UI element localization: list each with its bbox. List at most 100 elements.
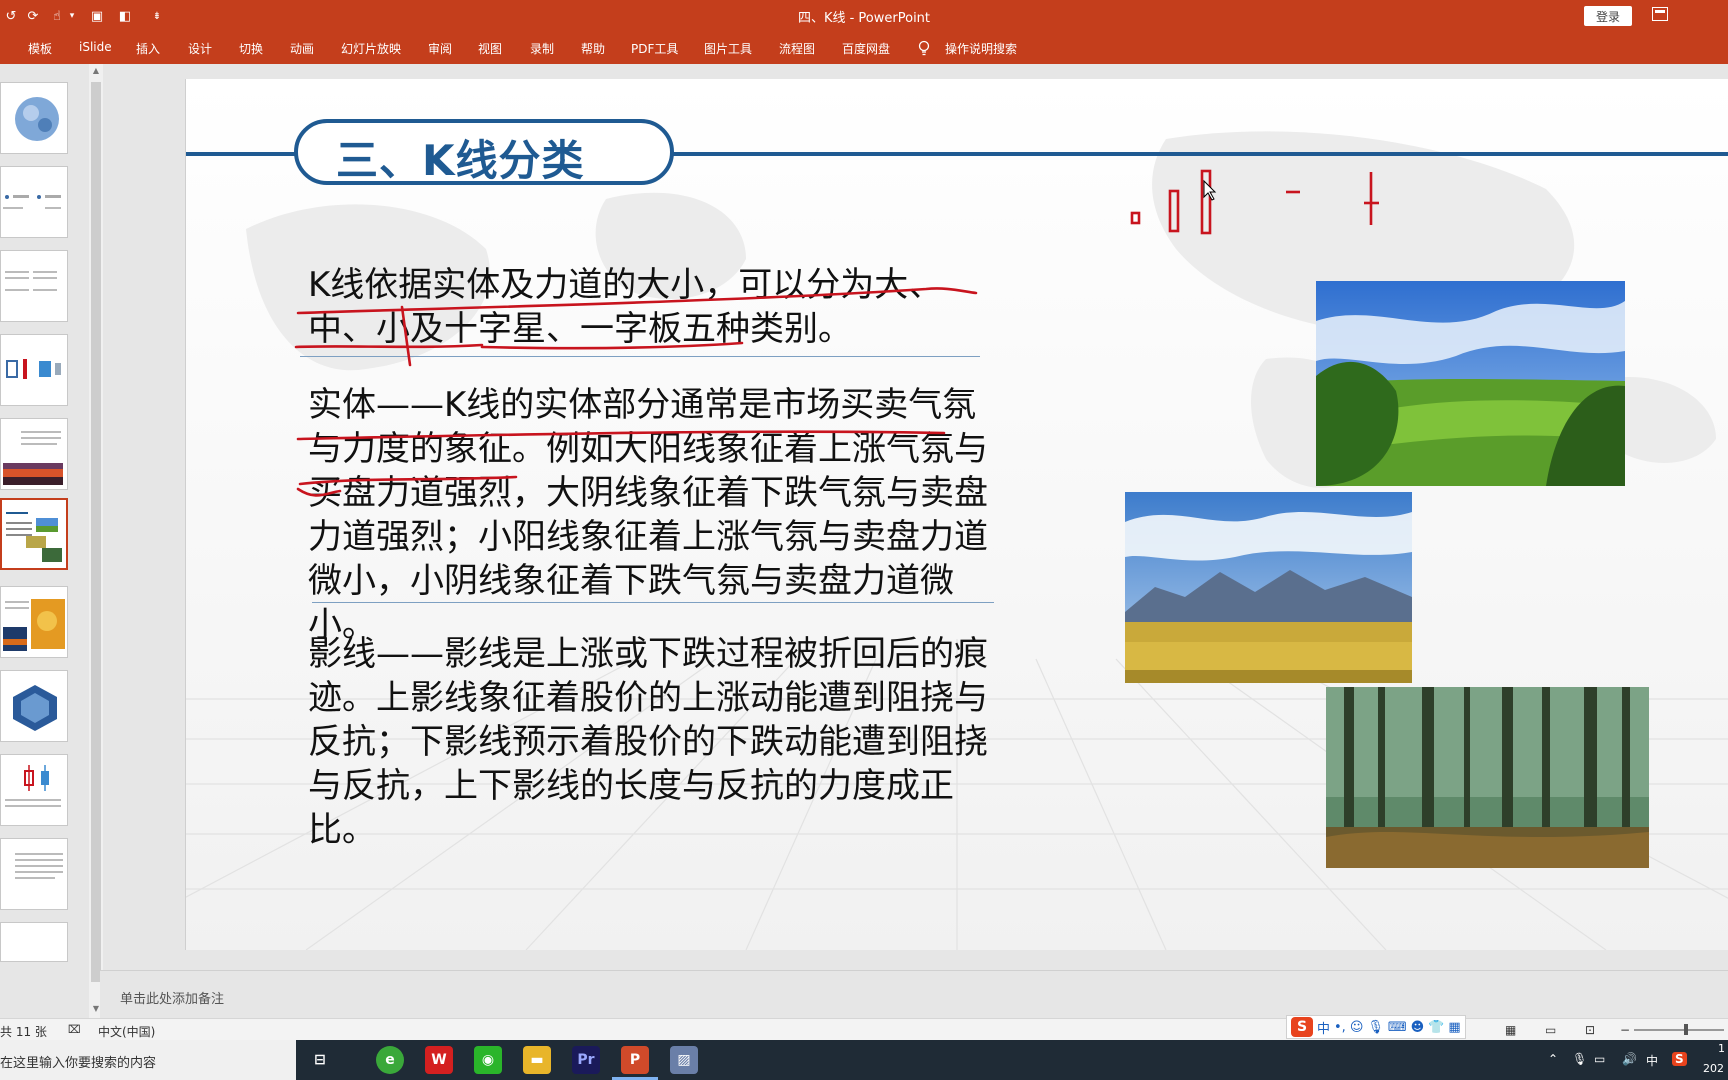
paragraph-body[interactable]: 实体——K线的实体部分通常是市场买卖气氛与力度的象征。例如大阳线象征着上涨气氛与… [308,383,1008,647]
powerpoint-icon[interactable]: P [621,1046,649,1074]
tell-me-search[interactable]: 操作说明搜索 [945,40,1017,57]
tray-sogou-icon[interactable]: S [1672,1052,1687,1066]
wps-icon[interactable]: W [425,1046,453,1074]
forest-photo[interactable] [1326,687,1649,868]
ribbon-display-options-icon[interactable] [1652,7,1668,21]
tray-volume-icon[interactable]: 🔊 [1622,1052,1637,1066]
tab-animations[interactable]: 动画 [290,40,314,57]
tab-slideshow[interactable]: 幻灯片放映 [341,40,401,57]
slide-thumbnail[interactable] [0,754,68,826]
slide-thumbnails-pane: ▲ ▼ [0,64,103,1018]
zoom-slider[interactable] [1634,1029,1724,1031]
reading-view-icon[interactable]: ▭ [1545,1023,1556,1037]
notes-placeholder[interactable]: 单击此处添加备注 [120,988,224,1007]
clock-time[interactable]: 1 [1718,1042,1725,1055]
tab-transitions[interactable]: 切换 [239,40,263,57]
slide-thumbnail[interactable] [0,166,68,238]
ribbon-tabs: 模板 iSlide 插入 设计 切换 动画 幻灯片放映 审阅 视图 录制 帮助 … [0,32,1728,64]
thumbnail-graphic [3,195,61,209]
sogou-logo-icon[interactable]: S [1291,1017,1313,1037]
grassland-image [1125,492,1412,683]
browser-360-icon[interactable]: e [376,1046,404,1074]
task-view-icon[interactable]: ⊟ [306,1046,334,1074]
tab-design[interactable]: 设计 [188,40,212,57]
tab-view[interactable]: 视图 [478,40,502,57]
status-bar: 共 11 张 ⌧ 中文(中国) ▦ ▭ ⊡ − [0,1018,1728,1040]
tab-islide[interactable]: iSlide [79,40,112,54]
windows-taskbar: 在这里输入你要搜索的内容 ⊟ e W ◉ ▬ Pr P ▨ ⌃ 🎙 ▭ 🔊 中 … [0,1040,1728,1080]
slide-count: 共 11 张 [0,1025,47,1039]
user-icon[interactable]: ☻ [1411,1020,1425,1035]
scroll-up-icon[interactable]: ▲ [91,66,101,76]
slide-title[interactable]: 三、K线分类 [336,127,585,188]
thumbnail-graphic [15,853,63,879]
thumbnail-graphic [3,431,63,485]
ime-mode[interactable]: 中 [1317,1018,1330,1037]
thumbnail-graphic [6,512,62,562]
thumbnail-graphic [6,359,61,379]
slide-thumbnail[interactable] [0,250,68,322]
tab-baidu-netdisk[interactable]: 百度网盘 [842,40,890,57]
separator-line [300,356,980,357]
zoom-out-icon[interactable]: − [1620,1023,1630,1037]
meadow-photo[interactable] [1316,281,1625,486]
skin-icon[interactable]: 👕 [1428,1020,1444,1035]
document-title: 四、K线 - PowerPoint [797,11,931,26]
slideshow-view-icon[interactable]: ⊡ [1585,1023,1595,1037]
slide-thumbnail[interactable] [0,586,68,658]
title-bar: ↺ ⟳ ☝ ▾ ▣ ◧ ⇟ 四、K线 - PowerPoint 登录 [0,0,1728,32]
thumbnail-graphic [3,599,65,651]
slide-thumbnail[interactable] [0,418,68,490]
slide-thumbnail-current[interactable] [0,498,68,570]
mountain-grassland-photo[interactable] [1125,492,1412,683]
slide-thumbnail[interactable] [0,82,68,154]
paragraph-shadow[interactable]: 影线——影线是上涨或下跌过程被折回后的痕迹。上影线象征着股价的上涨动能遭到阻挠与… [308,632,998,852]
tab-flowchart[interactable]: 流程图 [779,40,815,57]
premiere-icon[interactable]: Pr [572,1046,600,1074]
slide-thumbnail[interactable] [0,670,68,742]
slide-thumbnail[interactable] [0,334,68,406]
photos-icon[interactable]: ▨ [670,1046,698,1074]
language-indicator[interactable]: 中文(中国) [98,1023,155,1040]
microphone-icon[interactable]: 🎙 [1367,1020,1384,1035]
slide-canvas[interactable]: 三、K线分类 K线依据实体及力道的大小，可以分为大、中、小及十字星、一字板五种类… [185,79,1728,950]
toolbox-icon[interactable]: ▦ [1448,1020,1460,1035]
ime-toolbar[interactable]: S 中 •, ☺ 🎙 ⌨ ☻ 👕 ▦ [1286,1015,1466,1039]
tab-review[interactable]: 审阅 [428,40,452,57]
emoji-icon[interactable]: ☺ [1350,1020,1364,1035]
tab-picture-tools[interactable]: 图片工具 [704,40,752,57]
taskbar-search[interactable]: 在这里输入你要搜索的内容 [0,1040,296,1080]
thumbnail-graphic [15,97,59,141]
tab-pdf-tools[interactable]: PDF工具 [631,40,678,57]
thumbnail-graphic [13,685,57,731]
normal-view-icon[interactable]: ▦ [1505,1023,1516,1037]
punctuation-icon[interactable]: •, [1334,1020,1346,1035]
thumbnail-graphic [5,765,61,807]
tab-template[interactable]: 模板 [28,40,52,57]
file-explorer-icon[interactable]: ▬ [523,1046,551,1074]
thumbnail-graphic [5,271,57,291]
clock-date[interactable]: 202 [1703,1062,1724,1075]
taskbar-search-placeholder[interactable]: 在这里输入你要搜索的内容 [0,1052,156,1071]
meadow-image [1316,281,1625,486]
tray-expand-icon[interactable]: ⌃ [1548,1052,1558,1066]
scrollbar-thumb[interactable] [91,82,101,982]
tab-help[interactable]: 帮助 [581,40,605,57]
login-button[interactable]: 登录 [1584,6,1632,26]
tray-mic-icon[interactable]: 🎙 [1572,1052,1587,1066]
tray-ime[interactable]: 中 [1646,1052,1658,1069]
forest-image [1326,687,1649,868]
slide-thumbnail[interactable] [0,838,68,910]
tray-network-icon[interactable]: ▭ [1594,1052,1605,1066]
slide-thumbnail[interactable] [0,922,68,962]
paragraph-classification[interactable]: K线依据实体及力道的大小，可以分为大、中、小及十字星、一字板五种类别。 [308,263,1008,351]
keyboard-icon[interactable]: ⌨ [1388,1020,1407,1035]
tab-insert[interactable]: 插入 [136,40,160,57]
thumbnails-scrollbar[interactable]: ▲ ▼ [89,64,103,1018]
zoom-slider-thumb[interactable] [1684,1024,1688,1035]
wechat-icon[interactable]: ◉ [474,1046,502,1074]
spellcheck-icon[interactable]: ⌧ [68,1023,81,1036]
tab-record[interactable]: 录制 [530,40,554,57]
lightbulb-icon [918,40,930,56]
notes-pane[interactable]: 单击此处添加备注 [100,970,1728,1018]
